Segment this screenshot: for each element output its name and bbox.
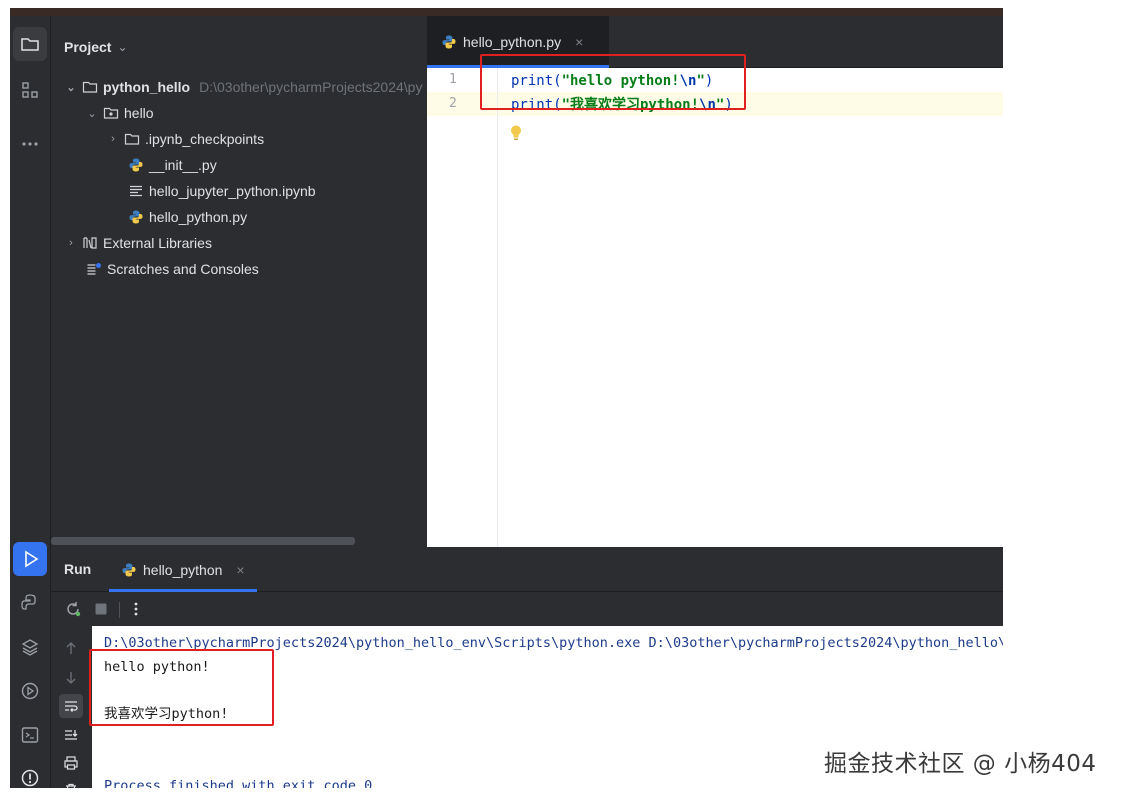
chevron-right-icon[interactable]: › bbox=[65, 237, 77, 249]
tree-item-scratches[interactable]: Scratches and Consoles bbox=[86, 258, 259, 280]
run-toolbar bbox=[51, 592, 1003, 626]
services-icon bbox=[21, 682, 39, 700]
arrow-up-icon bbox=[66, 642, 76, 654]
run-tab-label: hello_python bbox=[143, 561, 223, 578]
gutter-divider bbox=[497, 68, 498, 547]
layers-tool-button[interactable] bbox=[13, 630, 47, 664]
run-tool-button[interactable] bbox=[13, 542, 47, 576]
soft-wrap-icon bbox=[65, 701, 78, 712]
project-panel-title: Project bbox=[64, 39, 112, 55]
structure-icon bbox=[22, 82, 38, 98]
stop-button[interactable] bbox=[92, 600, 110, 618]
tree-item-label: hello bbox=[124, 105, 154, 121]
terminal-icon bbox=[21, 727, 39, 743]
tree-item-label: Scratches and Consoles bbox=[107, 261, 259, 277]
tree-item-python-hello[interactable]: ⌄ python_hello D:\03other\pycharmProject… bbox=[65, 76, 422, 98]
run-panel-title: Run bbox=[64, 561, 92, 577]
layers-icon bbox=[21, 639, 39, 656]
scroll-down-button[interactable] bbox=[59, 666, 83, 690]
tab-label: hello_python.py bbox=[463, 34, 562, 50]
tree-item-label: python_hello bbox=[103, 79, 191, 95]
print-icon bbox=[64, 756, 78, 770]
scroll-to-end-icon bbox=[65, 730, 78, 740]
folder-icon bbox=[82, 81, 98, 93]
tree-item-external-libraries[interactable]: › External Libraries bbox=[65, 232, 212, 254]
python-console-button[interactable] bbox=[13, 586, 47, 620]
print-button[interactable] bbox=[59, 751, 83, 775]
chevron-right-icon[interactable]: › bbox=[107, 133, 119, 145]
more-options-button[interactable] bbox=[127, 600, 145, 618]
chevron-down-icon[interactable]: ⌄ bbox=[65, 81, 77, 94]
trash-icon bbox=[66, 783, 76, 788]
tree-item-label: __init__.py bbox=[149, 157, 217, 173]
python-file-icon bbox=[442, 35, 456, 49]
scratches-icon bbox=[87, 263, 101, 275]
project-tool-button[interactable] bbox=[13, 27, 47, 61]
tree-item-label: hello_jupyter_python.ipynb bbox=[149, 183, 316, 199]
run-tab-bar: Run hello_python × bbox=[51, 547, 1003, 592]
python-file-icon bbox=[122, 563, 136, 576]
package-folder-icon bbox=[103, 107, 119, 119]
notebook-file-icon bbox=[130, 185, 142, 197]
project-path: D:\03other\pycharmProjects2024\py bbox=[199, 79, 423, 95]
rerun-button[interactable] bbox=[64, 600, 82, 618]
chevron-down-icon[interactable]: ⌄ bbox=[86, 107, 98, 120]
project-panel: Project ⌄ ⌄ python_hello D:\03other\pych… bbox=[51, 16, 427, 547]
rerun-icon bbox=[67, 602, 81, 617]
more-vertical-icon bbox=[134, 602, 138, 616]
tree-item-label: External Libraries bbox=[103, 235, 212, 251]
code-highlight-box bbox=[480, 54, 746, 110]
code-area[interactable]: 1 2 print("hello python!\n") print("我喜欢学… bbox=[427, 68, 1003, 547]
tree-item-label: .ipynb_checkpoints bbox=[145, 131, 265, 147]
folder-icon bbox=[124, 133, 140, 145]
run-tab-hello-python[interactable]: hello_python × bbox=[109, 547, 257, 592]
soft-wrap-button[interactable] bbox=[59, 694, 83, 718]
run-icon bbox=[25, 550, 39, 568]
line-number: 1 bbox=[449, 72, 457, 87]
folder-icon bbox=[21, 38, 39, 51]
tree-item-ipynb-checkpoints[interactable]: › .ipynb_checkpoints bbox=[107, 128, 264, 150]
activity-bar bbox=[10, 16, 51, 788]
tree-item-notebook[interactable]: hello_jupyter_python.ipynb bbox=[128, 180, 316, 202]
scroll-to-end-button[interactable] bbox=[59, 723, 83, 747]
project-panel-header[interactable]: Project ⌄ bbox=[64, 32, 128, 62]
stop-icon bbox=[95, 603, 107, 615]
services-tool-button[interactable] bbox=[13, 674, 47, 708]
arrow-down-icon bbox=[66, 672, 76, 684]
horizontal-scrollbar[interactable] bbox=[51, 537, 355, 545]
title-strip bbox=[10, 8, 1003, 16]
clear-button[interactable] bbox=[59, 778, 83, 788]
tree-item-hello[interactable]: ⌄ hello bbox=[86, 102, 154, 124]
gutter: 1 2 bbox=[427, 68, 499, 547]
problems-tool-button[interactable] bbox=[13, 761, 47, 788]
more-tools-button[interactable] bbox=[13, 127, 47, 161]
run-side-toolbar bbox=[51, 626, 92, 788]
python-console-icon bbox=[21, 594, 36, 610]
library-icon bbox=[83, 237, 97, 249]
python-file-icon bbox=[129, 210, 143, 224]
output-highlight-box bbox=[89, 649, 274, 726]
lightbulb-icon[interactable] bbox=[509, 124, 523, 142]
scroll-up-button[interactable] bbox=[59, 636, 83, 660]
structure-tool-button[interactable] bbox=[13, 73, 47, 107]
close-icon[interactable]: × bbox=[575, 34, 583, 50]
line-number: 2 bbox=[449, 96, 457, 111]
console-exit-line: Process finished with exit code 0 bbox=[104, 778, 373, 788]
tree-item-label: hello_python.py bbox=[149, 209, 248, 225]
tree-item-hello-python-py[interactable]: hello_python.py bbox=[128, 206, 247, 228]
python-file-icon bbox=[129, 158, 143, 172]
more-icon bbox=[22, 142, 38, 146]
tree-item-init-py[interactable]: __init__.py bbox=[128, 154, 217, 176]
toolbar-separator bbox=[119, 602, 120, 618]
problems-icon bbox=[21, 769, 39, 787]
watermark: 掘金技术社区 @ 小杨404 bbox=[824, 751, 1097, 777]
terminal-tool-button[interactable] bbox=[13, 718, 47, 752]
chevron-down-icon: ⌄ bbox=[117, 40, 128, 54]
close-icon[interactable]: × bbox=[236, 562, 244, 578]
